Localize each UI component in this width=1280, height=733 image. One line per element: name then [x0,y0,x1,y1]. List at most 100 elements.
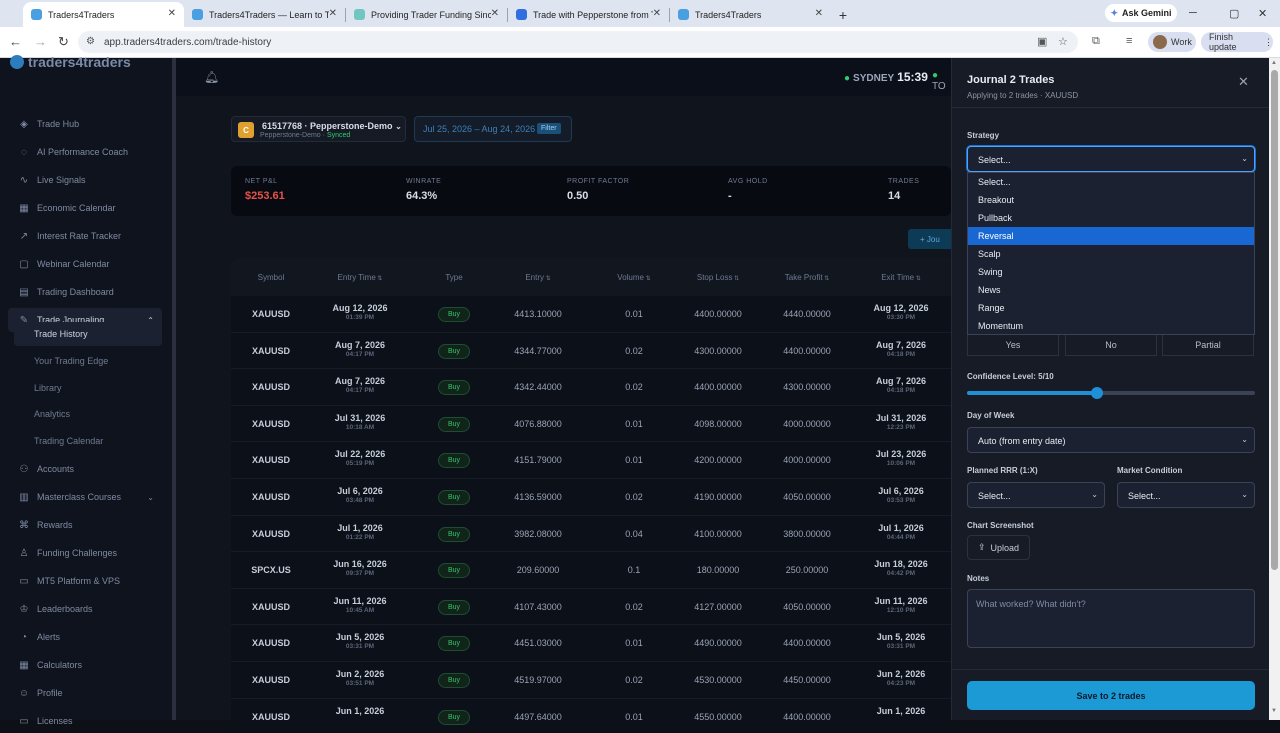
sidebar-item-economic-calendar[interactable]: ▦ Economic Calendar [8,196,162,220]
close-tab-icon[interactable]: ✕ [329,8,337,19]
forward-icon[interactable]: → [34,34,47,49]
column-header-take-profit[interactable]: Take Profit ⇅ [785,273,830,282]
planned-rrr-select[interactable]: Select... ⌄ [967,482,1105,508]
upload-button[interactable]: ⇪ Upload [967,535,1030,560]
scrollbar-thumb[interactable] [1271,70,1278,570]
reload-icon[interactable]: ↻ [58,34,69,50]
column-header-entry-time[interactable]: Entry Time ⇅ [338,273,383,282]
close-tab-icon[interactable]: ✕ [653,8,661,19]
sidebar-subitem-your-trading-edge[interactable]: Your Trading Edge [14,349,162,373]
column-header-stop-loss[interactable]: Stop Loss ⇅ [697,273,739,282]
scroll-up-icon[interactable]: ▲ [1271,60,1277,66]
journal-trades-button[interactable]: + Jou [908,229,951,249]
table-row[interactable]: XAUUSD Jul 1, 2026 01:22 PM Buy 3982.08000 0.… [231,516,951,553]
reading-list-icon[interactable]: ≡ [1126,35,1132,47]
browser-tab[interactable]: Traders4Traders ✕ [23,2,184,27]
column-header-exit-time[interactable]: Exit Time ⇅ [881,273,921,282]
sidebar-item-funding-challenges[interactable]: ♙ Funding Challenges [8,541,162,565]
dropdown-option-scalp[interactable]: Scalp [968,245,1254,263]
browser-tab[interactable]: Providing Trader Funding Since ✕ [346,2,507,27]
table-row[interactable]: XAUUSD Jul 22, 2026 05:19 PM Buy 4151.79000 0… [231,442,951,479]
logo[interactable]: traders4traders [10,54,131,70]
sidebar-item-alerts[interactable]: ◔ Alerts [8,625,162,649]
sidebar-item-rewards[interactable]: ⌘ Rewards [8,513,162,537]
sidebar-item-trade-hub[interactable]: ◈ Trade Hub [8,112,162,136]
site-info-icon[interactable]: ⚙ [86,36,95,47]
close-icon[interactable]: ✕ [1238,74,1249,90]
confidence-slider[interactable] [967,387,1255,399]
close-tab-icon[interactable]: ✕ [491,8,499,19]
sidebar-item-ai-performance-coach[interactable]: ◌ AI Performance Coach [8,140,162,164]
bookmark-star-icon[interactable]: ☆ [1058,35,1068,48]
table-row[interactable]: XAUUSD Jul 6, 2026 03:48 PM Buy 4136.59000 0.… [231,479,951,516]
dropdown-option-momentum[interactable]: Momentum [968,317,1254,335]
day-of-week-select[interactable]: Auto (from entry date) ⌄ [967,427,1255,453]
column-header-volume[interactable]: Volume ⇅ [617,273,650,282]
table-row[interactable]: XAUUSD Jul 31, 2026 10:18 AM Buy 4076.88000 0… [231,406,951,443]
address-bar[interactable]: ⚙ app.traders4traders.com/trade-history [78,31,1078,53]
sidebar-item-accounts[interactable]: ⚇ Accounts [8,457,162,481]
close-window-icon[interactable]: ✕ [1258,7,1267,20]
sidebar-item-leaderboards[interactable]: ♔ Leaderboards [8,597,162,621]
sidebar-item-calculators[interactable]: ▦ Calculators [8,653,162,677]
dropdown-option-range[interactable]: Range [968,299,1254,317]
screen-share-icon[interactable]: ▣ [1037,35,1047,48]
plan-option-yes[interactable]: Yes [967,334,1059,356]
new-tab-button[interactable]: + [831,2,855,27]
sidebar-subitem-library[interactable]: Library [14,376,162,400]
dropdown-option-news[interactable]: News [968,281,1254,299]
sidebar-item-mt5-platform-vps[interactable]: ▭ MT5 Platform & VPS [8,569,162,593]
account-selector[interactable]: C 61517768 · Pepperstone-Demo ⌄ Pepperst… [231,116,406,142]
column-header-symbol[interactable]: Symbol [258,273,285,282]
sidebar-subitem-analytics[interactable]: Analytics [14,402,162,426]
sidebar-item-webinar-calendar[interactable]: ▢ Webinar Calendar [8,252,162,276]
sidebar-item-masterclass-courses[interactable]: ▥ Masterclass Courses ⌄ [8,485,162,509]
dropdown-option-select-[interactable]: Select... [968,173,1254,191]
browser-tab[interactable]: Trade with Pepperstone from Tr ✕ [508,2,669,27]
sidebar-subitem-trade-history[interactable]: Trade History [14,322,162,346]
sidebar-item-profile[interactable]: ☺ Profile [8,681,162,705]
table-row[interactable]: XAUUSD Aug 7, 2026 04:17 PM Buy 4344.77000 0.… [231,333,951,370]
minimize-icon[interactable]: ─ [1189,7,1197,19]
dropdown-option-pullback[interactable]: Pullback [968,209,1254,227]
plan-option-no[interactable]: No [1065,334,1157,356]
table-row[interactable]: XAUUSD Jun 1, 2026 Buy 4497.64000 0.01 4550.0… [231,699,951,728]
sidebar-item-interest-rate-tracker[interactable]: ↗ Interest Rate Tracker [8,224,162,248]
notes-textarea[interactable]: What worked? What didn't? [967,589,1255,648]
filter-button[interactable]: Filter [537,123,561,134]
dropdown-option-breakout[interactable]: Breakout [968,191,1254,209]
table-row[interactable]: SPCX.US Jun 16, 2026 09:37 PM Buy 209.60000 0… [231,552,951,589]
date-range-picker[interactable]: Jul 25, 2026 – Aug 24, 2026 Filter [414,116,572,142]
sidebar-item-trading-dashboard[interactable]: ▤ Trading Dashboard [8,280,162,304]
table-row[interactable]: XAUUSD Jun 2, 2026 03:51 PM Buy 4519.97000 0.… [231,662,951,699]
close-tab-icon[interactable]: ✕ [168,8,176,19]
dropdown-option-reversal[interactable]: Reversal [968,227,1254,245]
sidebar-subitem-trading-calendar[interactable]: Trading Calendar [14,429,162,453]
sidebar-item-licenses[interactable]: ▭ Licenses [8,709,162,733]
extensions-icon[interactable]: ⧉ [1092,35,1100,48]
back-icon[interactable]: ← [9,34,22,49]
notifications-bell-icon[interactable]: 🔔︎ [204,70,219,84]
scroll-down-icon[interactable]: ▼ [1271,708,1277,714]
browser-tab[interactable]: Traders4Traders — Learn to Tra ✕ [184,2,345,27]
strategy-select[interactable]: Select... ⌄ [967,146,1255,172]
sidebar-item-live-signals[interactable]: ∿ Live Signals [8,168,162,192]
column-header-type[interactable]: Type [445,273,462,282]
close-tab-icon[interactable]: ✕ [815,8,823,19]
ask-gemini-button[interactable]: ✦ Ask Gemini [1105,4,1177,22]
table-row[interactable]: XAUUSD Jun 11, 2026 10:45 AM Buy 4107.43000 0… [231,589,951,626]
finish-update-button[interactable]: Finish update ⋮ [1201,32,1273,52]
table-row[interactable]: XAUUSD Jun 5, 2026 03:31 PM Buy 4451.03000 0.… [231,625,951,662]
market-condition-select[interactable]: Select... ⌄ [1117,482,1255,508]
confidence-slider-thumb[interactable] [1090,387,1103,399]
column-header-entry[interactable]: Entry ⇅ [525,273,550,282]
browser-tab[interactable]: Traders4Traders ✕ [670,2,831,27]
maximize-icon[interactable]: ▢ [1229,7,1239,20]
table-row[interactable]: XAUUSD Aug 12, 2026 01:39 PM Buy 4413.10000 0… [231,296,951,333]
dropdown-option-swing[interactable]: Swing [968,263,1254,281]
page-scrollbar[interactable]: ▲ ▼ [1269,58,1280,720]
profile-button[interactable]: Work [1148,32,1196,52]
plan-option-partial[interactable]: Partial [1162,334,1254,356]
save-button[interactable]: Save to 2 trades [967,681,1255,710]
table-row[interactable]: XAUUSD Aug 7, 2026 04:17 PM Buy 4342.44000 0.… [231,369,951,406]
